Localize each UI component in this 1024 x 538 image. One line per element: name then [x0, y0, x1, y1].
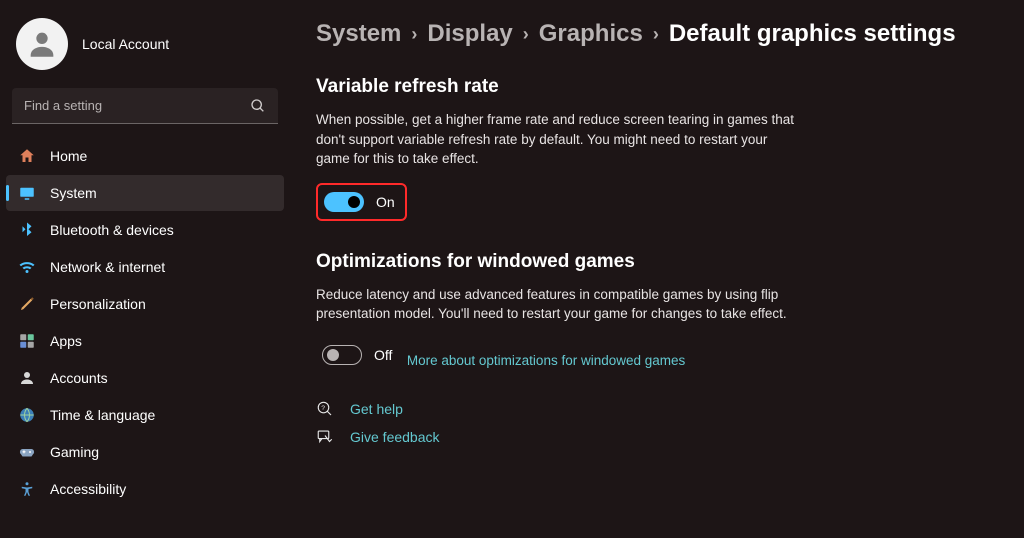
- bluetooth-icon: [18, 221, 36, 239]
- learn-more-link[interactable]: More about optimizations for windowed ga…: [407, 353, 685, 368]
- sidebar-item-network[interactable]: Network & internet: [6, 249, 284, 285]
- sidebar-item-gaming[interactable]: Gaming: [6, 434, 284, 470]
- vrr-toggle[interactable]: [324, 192, 364, 212]
- get-help-link[interactable]: Get help: [350, 401, 403, 417]
- section-desc-vrr: When possible, get a higher frame rate a…: [316, 110, 796, 169]
- brush-icon: [18, 295, 36, 313]
- sidebar-item-time-language[interactable]: Time & language: [6, 397, 284, 433]
- sidebar-item-label: Apps: [50, 333, 82, 349]
- sidebar-item-personalization[interactable]: Personalization: [6, 286, 284, 322]
- sidebar-item-accessibility[interactable]: Accessibility: [6, 471, 284, 507]
- sidebar-item-label: Accounts: [50, 370, 108, 386]
- breadcrumb-current: Default graphics settings: [669, 20, 956, 48]
- system-icon: [18, 184, 36, 202]
- sidebar-item-apps[interactable]: Apps: [6, 323, 284, 359]
- user-account-row[interactable]: Local Account: [0, 18, 290, 88]
- search-wrap: [12, 88, 278, 124]
- sidebar-item-system[interactable]: System: [6, 175, 284, 211]
- section-title-vrr: Variable refresh rate: [316, 76, 1014, 98]
- feedback-row[interactable]: Give feedback: [316, 428, 1014, 446]
- section-windowed: Optimizations for windowed games Reduce …: [316, 251, 1014, 372]
- breadcrumb-graphics[interactable]: Graphics: [539, 20, 643, 48]
- vrr-toggle-label: On: [376, 194, 395, 210]
- sidebar-item-label: Bluetooth & devices: [50, 222, 174, 238]
- sidebar-item-label: System: [50, 185, 97, 201]
- vrr-toggle-row: On: [316, 183, 407, 221]
- sidebar-item-label: Home: [50, 148, 87, 164]
- globe-icon: [18, 406, 36, 424]
- section-vrr: Variable refresh rate When possible, get…: [316, 76, 1014, 225]
- search-icon: [250, 98, 266, 114]
- section-title-windowed: Optimizations for windowed games: [316, 251, 1014, 273]
- feedback-link[interactable]: Give feedback: [350, 429, 440, 445]
- main-content: System › Display › Graphics › Default gr…: [290, 0, 1024, 538]
- svg-text:?: ?: [321, 405, 325, 412]
- sidebar-item-label: Accessibility: [50, 481, 126, 497]
- sidebar-item-label: Network & internet: [50, 259, 165, 275]
- gaming-icon: [18, 443, 36, 461]
- chevron-right-icon: ›: [411, 24, 417, 45]
- home-icon: [18, 147, 36, 165]
- chevron-right-icon: ›: [653, 24, 659, 45]
- accounts-icon: [18, 369, 36, 387]
- wifi-icon: [18, 258, 36, 276]
- sidebar-item-bluetooth[interactable]: Bluetooth & devices: [6, 212, 284, 248]
- section-desc-windowed: Reduce latency and use advanced features…: [316, 285, 796, 324]
- feedback-icon: [316, 428, 334, 446]
- breadcrumb: System › Display › Graphics › Default gr…: [316, 20, 1014, 48]
- windowed-toggle-row: Off: [316, 338, 402, 372]
- sidebar: Local Account Home System Bluetooth & de…: [0, 0, 290, 538]
- nav-list: Home System Bluetooth & devices Network …: [0, 138, 290, 507]
- help-icon: ?: [316, 400, 334, 418]
- search-input[interactable]: [12, 88, 278, 124]
- sidebar-item-label: Time & language: [50, 407, 155, 423]
- apps-icon: [18, 332, 36, 350]
- sidebar-item-label: Personalization: [50, 296, 146, 312]
- get-help-row[interactable]: ? Get help: [316, 400, 1014, 418]
- user-name: Local Account: [82, 36, 169, 52]
- sidebar-item-accounts[interactable]: Accounts: [6, 360, 284, 396]
- sidebar-item-home[interactable]: Home: [6, 138, 284, 174]
- breadcrumb-system[interactable]: System: [316, 20, 401, 48]
- windowed-toggle[interactable]: [322, 345, 362, 365]
- sidebar-item-label: Gaming: [50, 444, 99, 460]
- accessibility-icon: [18, 480, 36, 498]
- chevron-right-icon: ›: [523, 24, 529, 45]
- avatar: [16, 18, 68, 70]
- breadcrumb-display[interactable]: Display: [427, 20, 512, 48]
- windowed-toggle-label: Off: [374, 347, 392, 363]
